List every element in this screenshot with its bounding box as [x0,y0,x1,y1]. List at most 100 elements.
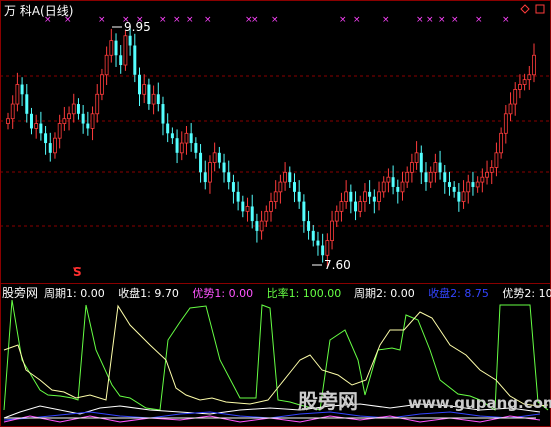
watermark-url: www.gupang.com [408,394,551,412]
candle-down [161,104,165,124]
candle-up [480,176,485,183]
signal-marker-x: × [204,15,212,25]
candle-down [170,133,174,139]
signal-marker-x: × [64,15,72,25]
candle-down [302,201,306,222]
candle-up [518,84,522,90]
candle-down [311,230,315,241]
maximize-icon[interactable] [535,4,545,14]
candle-up [67,113,71,120]
candle-up [377,191,381,202]
signal-marker-x: × [382,15,390,25]
candle-up [212,152,217,163]
candle-down [457,191,461,202]
candle-up [95,93,100,115]
candle-down [452,186,456,192]
candle-up [527,74,532,81]
signal-markers: × × × × × × × × × ×× × × × × × × × × × × [44,15,510,25]
candle-down [48,143,52,153]
candle-up [123,35,128,66]
candle-down [20,84,24,95]
candle-down [175,138,179,153]
candle-down [39,123,43,134]
candle-down [391,177,395,187]
candle-up [489,167,494,173]
indicator-item-5: 周期2: 0.00 [354,287,415,300]
signal-marker-x: × [475,15,483,25]
candle-down [307,221,311,231]
diamond-icon[interactable] [520,4,530,14]
candle-down [297,191,301,202]
chart-canvas: 万 科A(日线) × × × × × × × × × ×× × × × × × × × × × × 9.95 7.60… [0,0,551,427]
candle-down [227,172,231,183]
indicator-item-7: 优势2: 10.00 [502,287,551,300]
stock-title: 万 科A(日线) [4,4,73,18]
candle-up [278,181,283,193]
sell-signal: S [73,265,82,279]
candle-up [109,40,114,56]
indicator-name: 股旁网 [2,285,38,300]
high-annotation: 9.95 [112,20,151,34]
candle-up [339,201,344,212]
candle-up [179,142,184,154]
candle-up [344,191,349,202]
indicator-item-4: 比率1: 100.00 [267,286,342,300]
candle-down [438,162,442,173]
candle-down [133,45,137,75]
candle-down [217,152,221,163]
signal-marker-x: × [451,15,459,25]
candle-down [166,123,170,134]
candle-up [334,210,339,222]
candle-up [381,181,386,193]
signal-marker-x: × [159,15,167,25]
candle-down [321,245,325,256]
candle-down [44,133,48,144]
candle-down [241,201,245,212]
candle-down [316,240,320,246]
candle-down [443,172,447,183]
advantage-line-1 [3,415,541,423]
signal-marker-x: × [426,15,434,25]
low-annotation: 7.60 [312,258,351,272]
candle-up [330,220,334,242]
window-controls[interactable] [520,4,545,14]
candle-down [419,152,423,173]
candle-down [199,152,203,173]
candle-up [62,118,67,124]
candle-up [104,54,109,76]
high-label: 9.95 [124,20,151,34]
candle-up [259,220,264,232]
indicator-item-6: 收盘2: 8.75 [428,286,489,300]
candle-down [147,84,151,105]
watermark-cn: 股旁网 [298,389,358,413]
candlestick-series [6,26,536,267]
candle-up [283,171,287,183]
indicator-item-3: 优势1: 0.00 [192,287,253,300]
candle-up [532,54,536,76]
candle-up [358,201,363,212]
chart-frame [0,0,551,427]
low-label: 7.60 [324,258,351,272]
candle-up [325,240,330,256]
candle-down [189,133,193,144]
candle-up [6,118,10,124]
candle-down [138,74,141,95]
candle-down [354,201,358,212]
candle-up [100,74,104,95]
candle-up [264,210,269,222]
signal-marker-x: × [339,15,347,25]
candle-up [184,132,189,144]
candle-up [269,201,273,212]
candle-down [250,206,254,222]
candle-down [76,104,80,114]
indicator-legend: 股旁网 周期1: 0.00 收盘1: 9.70 优势1: 0.00 比率1: 100.… [2,285,551,300]
candle-down [447,182,451,187]
candle-down [396,186,400,192]
candle-up [151,93,156,105]
candle-down [368,191,372,197]
candle-down [114,40,118,56]
signal-marker-x: × [44,15,52,25]
candle-up [485,171,489,178]
candle-up [57,123,62,139]
candle-up [428,171,433,183]
